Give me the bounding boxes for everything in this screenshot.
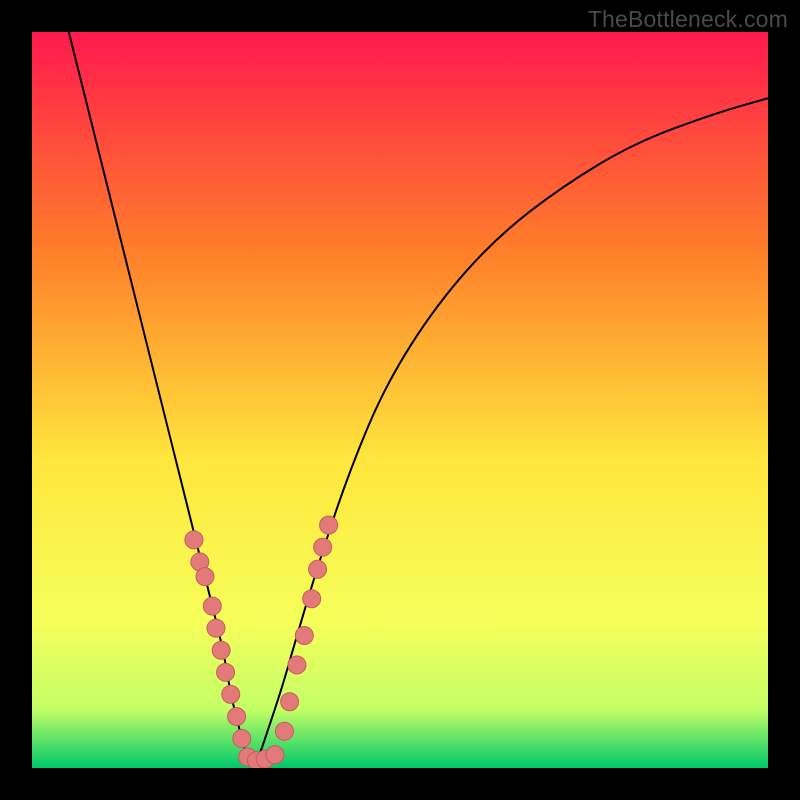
data-point xyxy=(303,590,321,608)
data-point xyxy=(281,693,299,711)
data-point xyxy=(185,531,203,549)
data-point xyxy=(196,568,214,586)
data-point xyxy=(203,597,221,615)
data-point xyxy=(207,619,225,637)
gradient-background xyxy=(32,32,768,768)
data-point xyxy=(320,516,338,534)
watermark-text: TheBottleneck.com xyxy=(588,6,788,33)
plot-area xyxy=(32,32,768,768)
data-point xyxy=(275,722,293,740)
outer-frame: TheBottleneck.com xyxy=(0,0,800,800)
data-point xyxy=(295,627,313,645)
data-point xyxy=(266,746,284,764)
data-point xyxy=(212,641,230,659)
bottleneck-chart xyxy=(32,32,768,768)
data-point xyxy=(217,663,235,681)
data-point xyxy=(228,707,246,725)
data-point xyxy=(288,656,306,674)
data-point xyxy=(233,730,251,748)
data-point xyxy=(314,538,332,556)
data-point xyxy=(222,685,240,703)
data-point xyxy=(309,560,327,578)
